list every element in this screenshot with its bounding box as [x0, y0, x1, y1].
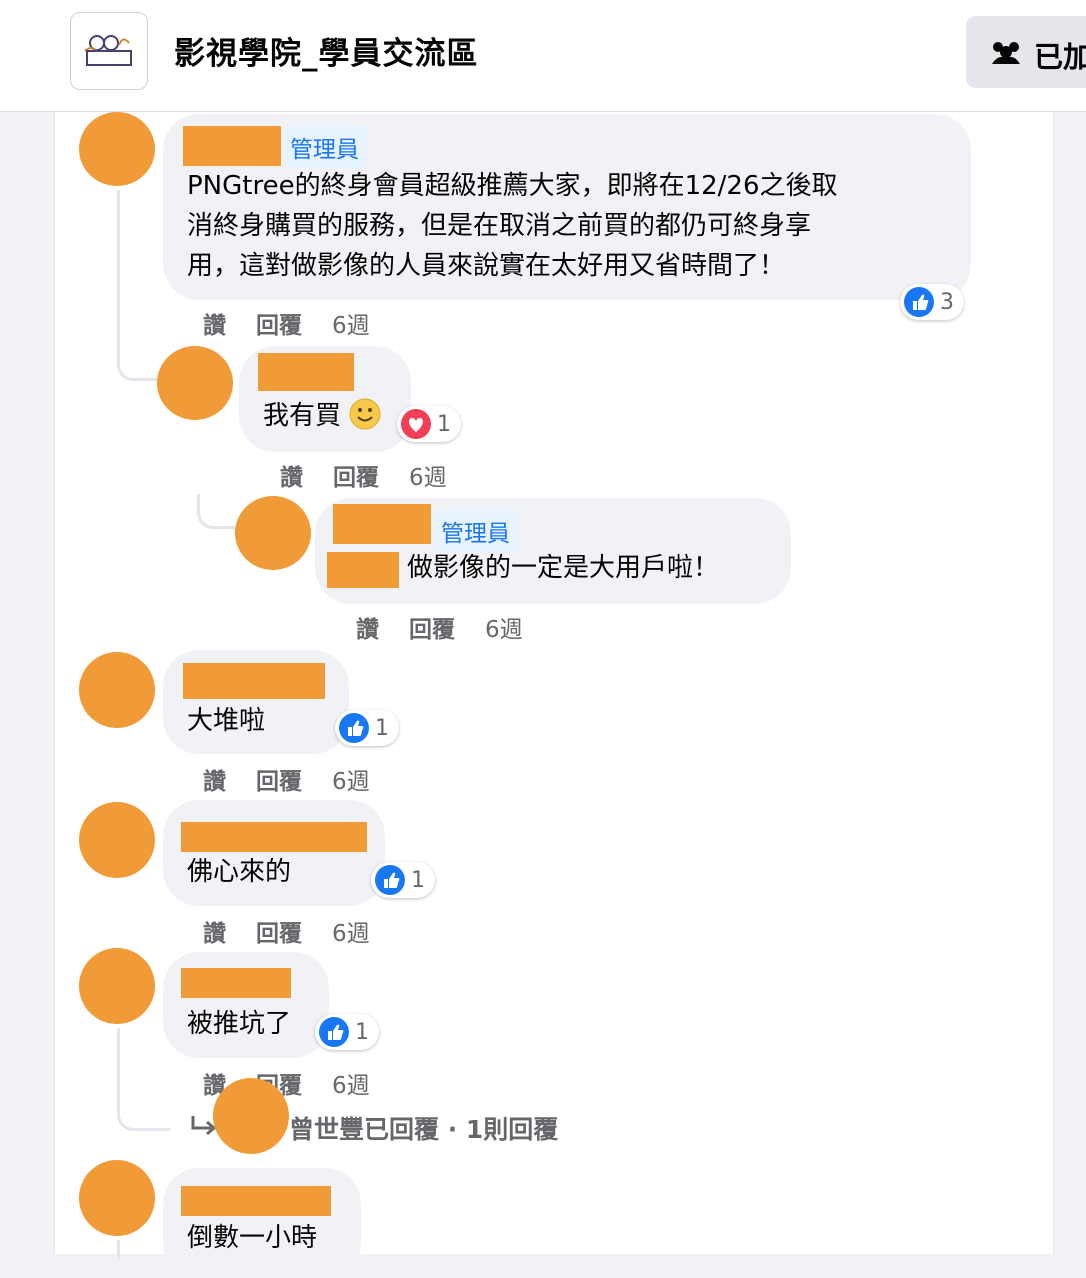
comment-text: 佛心來的: [187, 857, 292, 887]
redacted-name[interactable]: [183, 663, 325, 699]
reaction-summary[interactable]: 1: [335, 710, 399, 746]
redacted-name[interactable]: [181, 822, 367, 852]
comment-actions: 讚 回覆 6週: [280, 458, 477, 492]
reaction-count: 3: [940, 289, 954, 315]
reaction-summary[interactable]: 1: [315, 1014, 379, 1050]
like-action[interactable]: 讚: [203, 921, 226, 947]
view-replies-link[interactable]: 曾世豐已回覆 · 1則回覆: [289, 1110, 558, 1146]
redacted-name[interactable]: [258, 353, 354, 391]
comments-panel: 管理員 PNGtree的終身會員超級推薦大家，即將在12/26之後取 消終身購買…: [54, 112, 1054, 1278]
admin-badge: 管理員: [282, 126, 367, 168]
reaction-summary[interactable]: 3: [900, 284, 964, 320]
timestamp[interactable]: 6週: [332, 921, 370, 947]
avatar[interactable]: [235, 496, 311, 570]
redacted-name[interactable]: [333, 504, 431, 544]
reaction-count: 1: [355, 1019, 369, 1045]
comment-actions: 讚 回覆 6週: [203, 914, 400, 948]
people-icon: [992, 42, 1020, 64]
timestamp[interactable]: 6週: [409, 465, 447, 491]
redacted-name[interactable]: [183, 126, 281, 166]
avatar[interactable]: [213, 1078, 289, 1154]
reaction-count: 1: [375, 715, 389, 741]
timestamp[interactable]: 6週: [332, 769, 370, 795]
comment-actions: 讚 回覆 6週: [356, 610, 553, 644]
reaction-count: 1: [437, 411, 451, 437]
thread-line: [117, 1240, 120, 1260]
group-title[interactable]: 影視學院_學員交流區: [174, 28, 479, 73]
group-logo[interactable]: [70, 12, 148, 90]
comment-text: 做影像的一定是大用戶啦！: [407, 553, 720, 583]
smile-emoji-icon: [349, 398, 381, 430]
comment-text: 我有買: [263, 396, 381, 436]
comment-text: PNGtree的終身會員超級推薦大家，即將在12/26之後取 消終身購買的服務，…: [187, 171, 838, 281]
reaction-count: 1: [411, 867, 425, 893]
comment-text: 倒數一小時: [187, 1223, 318, 1253]
timestamp[interactable]: 6週: [332, 313, 370, 339]
reaction-summary[interactable]: 1: [371, 862, 435, 898]
camera-logo-icon: [84, 35, 132, 66]
avatar[interactable]: [79, 112, 155, 186]
reply-action[interactable]: 回覆: [256, 921, 302, 947]
like-icon: [339, 713, 369, 743]
avatar[interactable]: [79, 948, 155, 1024]
thread-line: [117, 190, 164, 381]
avatar[interactable]: [79, 652, 155, 728]
like-icon: [375, 865, 405, 895]
like-action[interactable]: 讚: [280, 465, 303, 491]
timestamp[interactable]: 6週: [332, 1073, 370, 1099]
reply-action[interactable]: 回覆: [256, 769, 302, 795]
group-header: 影視學院_學員交流區 已加: [0, 0, 1086, 112]
thread-line: [117, 1028, 170, 1131]
timestamp[interactable]: 6週: [485, 617, 523, 643]
comment-text: 被推坑了: [187, 1009, 292, 1039]
comment-actions: 讚 回覆 6週: [203, 306, 400, 340]
like-action[interactable]: 讚: [203, 769, 226, 795]
avatar[interactable]: [79, 1160, 155, 1236]
joined-button[interactable]: 已加: [966, 16, 1086, 88]
redacted-mention[interactable]: [327, 552, 399, 588]
reply-action[interactable]: 回覆: [409, 617, 455, 643]
like-action[interactable]: 讚: [203, 313, 226, 339]
like-icon: [319, 1017, 349, 1047]
like-action[interactable]: 讚: [356, 617, 379, 643]
admin-badge: 管理員: [433, 510, 518, 552]
redacted-name[interactable]: [181, 968, 291, 998]
love-icon: [401, 409, 431, 439]
avatar[interactable]: [79, 802, 155, 878]
redacted-name[interactable]: [181, 1186, 331, 1216]
reply-action[interactable]: 回覆: [333, 465, 379, 491]
joined-label: 已加: [1034, 40, 1086, 74]
comment-actions: 讚 回覆 6週: [203, 762, 400, 796]
reply-action[interactable]: 回覆: [256, 313, 302, 339]
comment-text: 大堆啦: [187, 706, 266, 736]
like-icon: [904, 287, 934, 317]
reaction-summary[interactable]: 1: [397, 406, 461, 442]
avatar[interactable]: [157, 346, 233, 420]
